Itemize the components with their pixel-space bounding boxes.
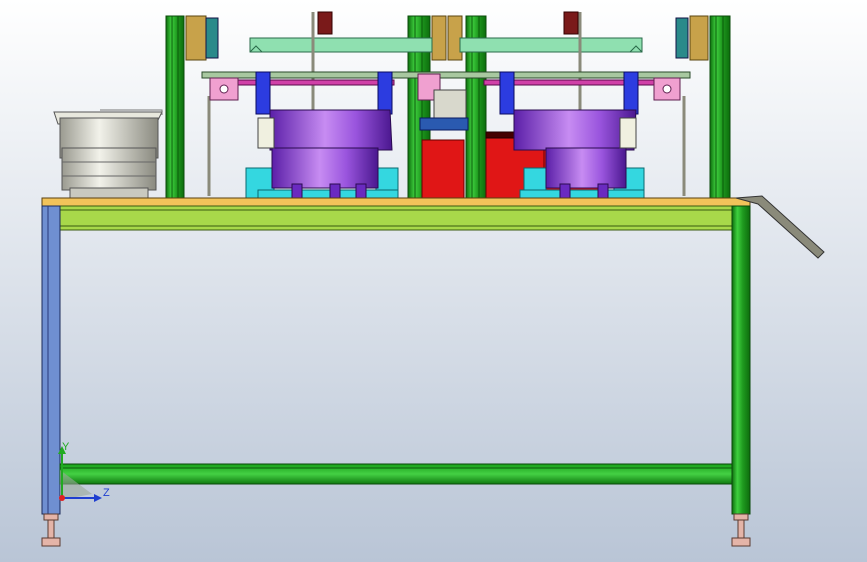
y-axis-label: Y bbox=[62, 441, 70, 453]
guide-cylinder-left bbox=[317, 11, 333, 35]
table-leg-left bbox=[41, 205, 61, 515]
table-leg-right bbox=[731, 205, 751, 515]
top-beam-right bbox=[459, 37, 643, 53]
z-axis-label: Z bbox=[103, 487, 110, 499]
cad-drawing: Y Z bbox=[0, 0, 867, 562]
top-beam-left bbox=[249, 37, 433, 53]
bowl-feeder-left[interactable] bbox=[257, 109, 393, 199]
cad-viewport[interactable]: Y Z bbox=[0, 0, 867, 562]
guide-cylinder-right bbox=[563, 11, 579, 35]
frame-post-left bbox=[165, 15, 185, 199]
table-top[interactable] bbox=[41, 197, 751, 207]
x-axis-dot bbox=[59, 495, 65, 501]
vibratory-feeder-left[interactable] bbox=[53, 109, 163, 199]
frame-post-right bbox=[709, 15, 731, 199]
bottom-crossbar bbox=[59, 463, 733, 485]
